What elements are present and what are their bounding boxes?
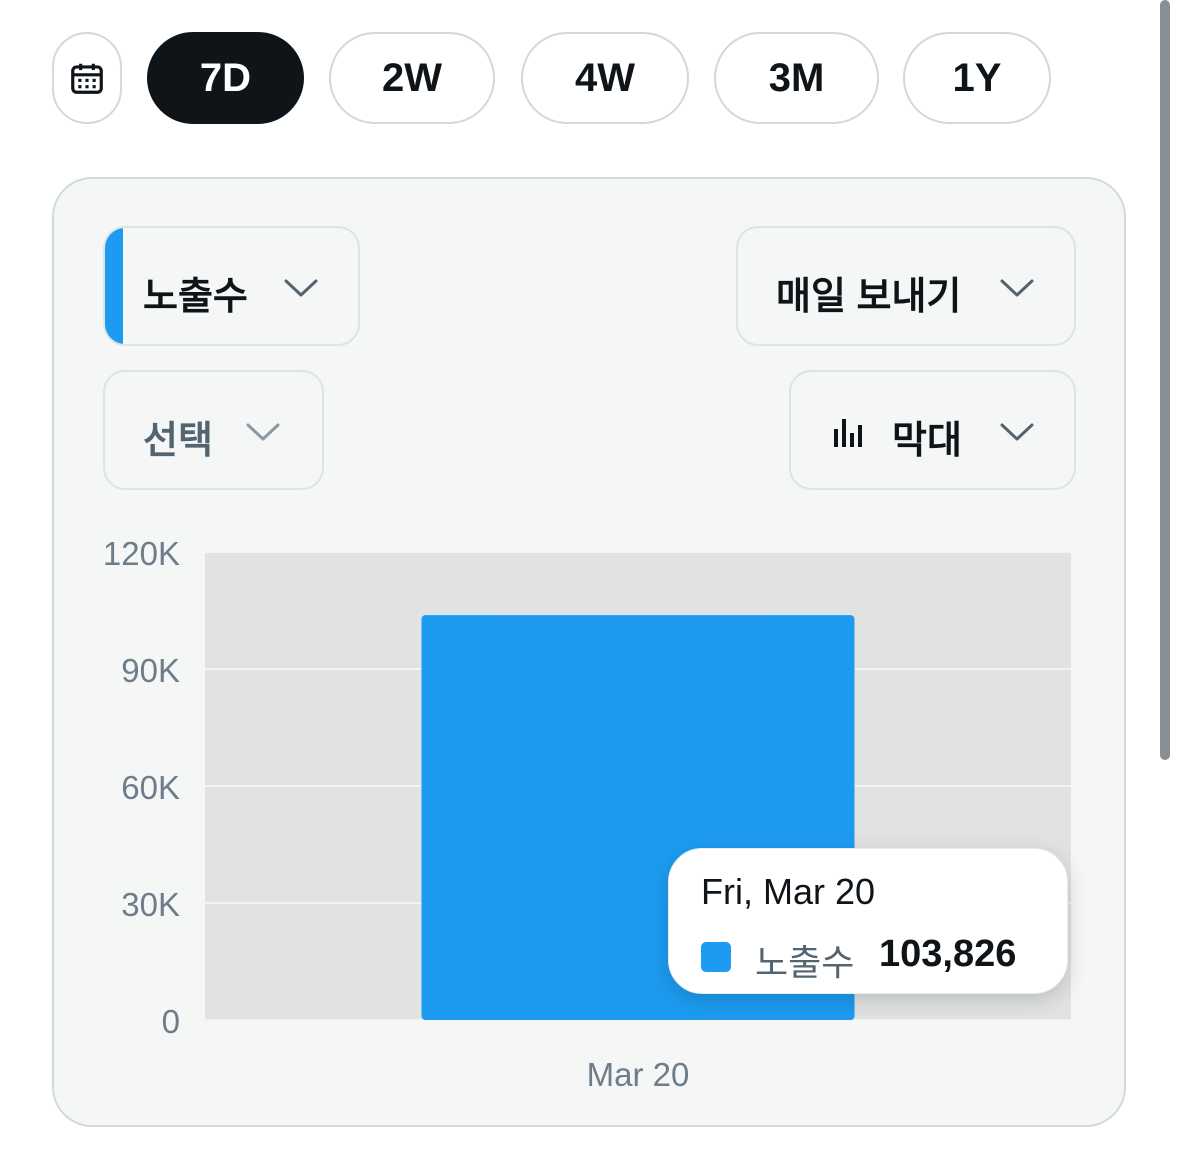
y-tick-label: 90K	[121, 652, 180, 689]
tooltip-series-name: 노출수	[755, 942, 855, 983]
x-tick-label: Mar 20	[587, 1056, 690, 1093]
tooltip-value: 103,826	[879, 933, 1017, 975]
tooltip-date: Fri, Mar 20	[701, 871, 876, 912]
y-tick-label: 120K	[103, 535, 180, 572]
y-tick-label: 0	[162, 1003, 180, 1040]
y-tick-label: 60K	[121, 769, 180, 806]
y-tick-label: 30K	[121, 886, 180, 923]
tooltip-series-swatch	[701, 942, 731, 972]
chart-tooltip: Fri, Mar 20 노출수 103,826	[668, 848, 1068, 994]
